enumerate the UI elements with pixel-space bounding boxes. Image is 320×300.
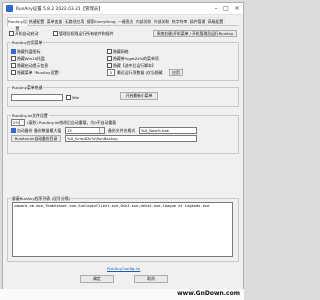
autostart-label: 开机自动启动 xyxy=(15,30,39,36)
settings-window: RunAny设置 5.8.2 2022.03.21【管理员】 – □ × Run… xyxy=(2,2,244,290)
minimize-button[interactable]: – xyxy=(211,4,221,13)
recent-count-label: 最近运行项数量 (仅当隐藏 xyxy=(117,70,163,75)
menu-hotkey-input[interactable] xyxy=(11,94,63,101)
ok-button[interactable]: 确定 xyxy=(80,275,114,283)
tab-advanced[interactable]: 高级配置 xyxy=(206,17,225,25)
tab-runany-settings[interactable]: RunAny设置 xyxy=(7,17,28,31)
hide-getzz-checkbox[interactable] xyxy=(107,56,112,61)
close-button[interactable]: × xyxy=(232,4,242,13)
window-title: RunAny设置 5.8.2 2022.03.21【管理员】 xyxy=(16,7,103,12)
system-menu-button[interactable]: 系统右键/开机菜单 / 开机管理员运行RunAny xyxy=(153,30,237,37)
menu-hotkey-group-title: RunAny菜单热键 xyxy=(11,85,44,91)
tab-menu-vars[interactable]: 菜单变量 xyxy=(45,17,64,25)
win-key-label: Win xyxy=(72,94,80,100)
tab-no-path-apps[interactable]: 无路径应用 xyxy=(63,17,86,25)
app-menu-group-title: RunAny应用菜单 xyxy=(11,40,44,46)
tab-hotstrings[interactable]: 热字符串 xyxy=(170,17,189,25)
cancel-button[interactable]: 取消 xyxy=(134,275,168,283)
tab-bar: RunAny设置 热键配置 菜单变量 无路径应用 搜索Everything 一键… xyxy=(7,17,239,31)
apply-button[interactable]: 应用 xyxy=(169,69,183,76)
tab-hotkeys[interactable]: 热键配置 xyxy=(27,17,46,25)
app-icon xyxy=(6,5,13,12)
backup-name-input[interactable]: %A_Now%.bak xyxy=(139,127,197,134)
backup-count-input[interactable]: 15 xyxy=(65,127,105,134)
hide-settings-menu-checkbox[interactable] xyxy=(11,70,16,75)
hide-script-checkbox[interactable] xyxy=(107,63,112,68)
admin-run-checkbox[interactable] xyxy=(53,31,58,36)
hide-settings-menu-label: 隐藏菜单 "RunAny设置" xyxy=(17,69,61,75)
tab-everything[interactable]: 搜索Everything xyxy=(85,17,117,25)
block-list-textarea[interactable] xyxy=(12,202,233,257)
win-key-checkbox[interactable] xyxy=(66,95,71,100)
hide-tray-label: 隐藏Win10托盘 xyxy=(17,55,45,61)
hide-script-label: 隐藏【选中后运行脚本】 xyxy=(113,62,156,68)
reload-timeout-input[interactable]: 2500 xyxy=(11,119,25,126)
hide-reload-tip-label: 隐藏启动提示信息 xyxy=(17,62,49,68)
title-bar: RunAny设置 5.8.2 2022.03.21【管理员】 – □ × xyxy=(3,3,243,15)
auto-backup-checkbox[interactable] xyxy=(11,128,16,133)
config-file-link[interactable]: RunAnyConfig.ini xyxy=(107,266,140,271)
hide-getzz-label: 隐藏带%getZz%的菜单项 xyxy=(113,55,159,61)
watermark-strip: www.GnDown.com xyxy=(0,289,244,300)
open-small-menu-button[interactable]: 开启最新小菜单 xyxy=(120,92,158,100)
hide-icon-label: 隐藏托盘图标 xyxy=(17,48,41,54)
tab-one-key[interactable]: 一键直达 xyxy=(116,17,135,25)
maximize-button[interactable]: □ xyxy=(221,4,231,13)
autostart-checkbox[interactable] xyxy=(9,31,14,36)
tab-internal-assoc[interactable]: 内部关联 xyxy=(134,17,153,25)
auto-backup-label: 自动备份 xyxy=(17,127,33,133)
hide-reload-tip-checkbox[interactable] xyxy=(11,63,16,68)
hide-network-label: 隐藏网络 xyxy=(113,48,129,54)
backup-folder-button[interactable]: RunAny.ini自动备份目录 xyxy=(11,135,61,142)
tab-plugins[interactable]: 插件管理 xyxy=(188,17,207,25)
admin-run-label: 管理员权限运行所有软件和插件 xyxy=(59,30,114,36)
watermark-text: www.GnDown.com xyxy=(177,290,240,297)
reload-timeout-label: (毫秒) RunAny.ini修改后自动重载，为0不自动重载 xyxy=(27,120,117,125)
backup-name-label: 备份文件名格式 xyxy=(108,127,136,133)
hide-network-checkbox[interactable] xyxy=(107,49,112,54)
tab-external-assoc[interactable]: 外部关联 xyxy=(152,17,171,25)
backup-folder-input[interactable]: %A_ScriptDir%\RunBackup xyxy=(65,135,197,142)
hide-tray-checkbox[interactable] xyxy=(11,56,16,61)
recent-count-input[interactable]: 3 xyxy=(107,69,115,76)
hide-icon-checkbox[interactable] xyxy=(11,49,16,54)
backup-count-label: 备份数量最大值 xyxy=(34,127,62,133)
